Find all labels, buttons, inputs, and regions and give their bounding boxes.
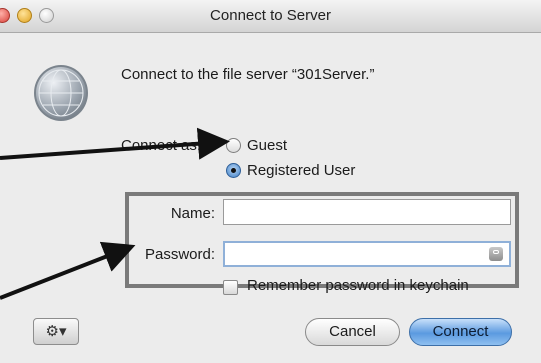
arrow-to-password: [0, 241, 136, 300]
arrow-to-guest: [0, 127, 230, 160]
callout-arrows: [0, 127, 230, 300]
